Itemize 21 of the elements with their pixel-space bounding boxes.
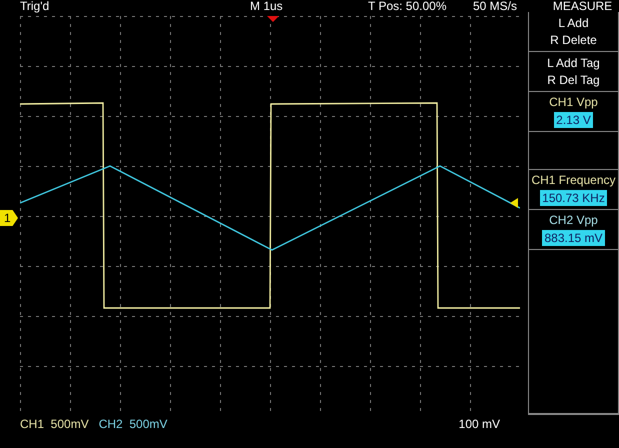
- channel-scale-readout: CH2 500mV: [98, 417, 168, 431]
- measurement-value: 2.13 V: [554, 112, 593, 128]
- measurement-value: 883.15 mV: [542, 230, 605, 246]
- menu-title: MEASURE: [552, 0, 614, 12]
- menu-option[interactable]: R Del Tag: [547, 73, 600, 87]
- measurement-value: 150.73 KHz: [540, 190, 607, 206]
- trigger-position-readout: T Pos: 50.00%: [368, 0, 448, 12]
- menu-option[interactable]: L Add Tag: [547, 56, 600, 70]
- trigger-status: Trig'd: [20, 0, 50, 12]
- sample-rate-readout: 50 MS/s: [473, 0, 518, 12]
- measurement-label: CH2 Vpp: [549, 213, 598, 227]
- measurement-label: CH1 Frequency: [531, 173, 616, 187]
- trigger-position-marker: [267, 16, 279, 22]
- trigger-level-readout: 100 mV: [458, 417, 500, 431]
- menu-option[interactable]: R Delete: [550, 33, 597, 47]
- measurement-label: CH1 Vpp: [549, 95, 598, 109]
- trigger-level-marker: [510, 198, 518, 208]
- menu-option[interactable]: L Add: [558, 16, 589, 30]
- timebase-readout: M 1us: [250, 0, 284, 12]
- channel-scale-readout: CH1 500mV: [20, 417, 89, 431]
- channel-marker[interactable]: 1: [0, 210, 18, 226]
